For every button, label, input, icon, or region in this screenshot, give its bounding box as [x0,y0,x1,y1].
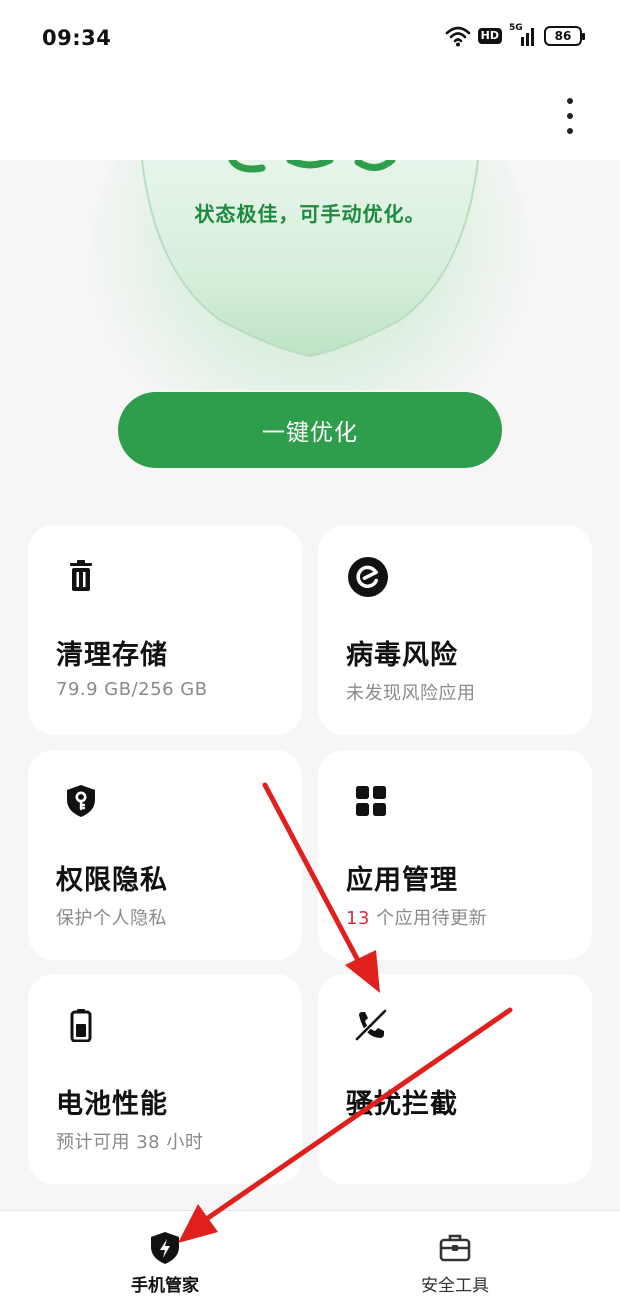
pending-update-count: 13 [346,908,370,929]
battery-indicator: 86 [544,26,585,46]
card-battery-performance[interactable]: 电池性能 预计可用 38 小时 [28,974,302,1184]
battery-icon [70,1009,92,1042]
app-bar [0,76,620,160]
more-vertical-icon[interactable] [560,98,580,134]
trash-icon [70,560,92,591]
card-subtitle: 79.9 GB/256 GB [56,679,208,700]
virus-scan-icon [348,557,388,597]
wifi-icon [445,26,470,47]
status-bar: 09:34 HD 5G 86 [0,0,620,76]
battery-level: 86 [554,29,572,43]
card-subtitle: 13 个应用待更新 [346,904,487,930]
card-subtitle: 预计可用 38 小时 [56,1132,204,1153]
shield-bolt-icon [151,1232,179,1264]
card-clean-storage[interactable]: 清理存储 79.9 GB/256 GB [28,525,302,735]
call-block-icon [354,1008,388,1042]
card-title: 应用管理 [346,865,458,896]
card-harassment-block[interactable]: 骚扰拦截 [318,974,592,1184]
toolbox-icon [439,1234,471,1262]
shield-key-icon [67,785,95,817]
hero-score-area: 状态极佳，可手动优化。 [0,160,620,390]
one-click-optimize-button[interactable]: 一键优化 [118,392,502,468]
shield-graphic [140,160,480,358]
tab-label: 手机管家 [131,1276,199,1296]
status-time: 09:34 [42,26,112,50]
signal-5g-icon: 5G [509,23,537,47]
card-virus-risk[interactable]: 病毒风险 未发现风险应用 [318,525,592,735]
card-title: 病毒风险 [346,640,458,671]
card-subtitle: 未发现风险应用 [346,683,476,704]
hd-icon: HD [477,28,502,44]
health-status-text: 状态极佳，可手动优化。 [194,202,426,226]
tab-phone-manager[interactable]: 手机管家 [10,1211,320,1302]
bottom-navigation: 手机管家 安全工具 [0,1210,620,1302]
card-permission-privacy[interactable]: 权限隐私 保护个人隐私 [28,750,302,960]
tab-security-tools[interactable]: 安全工具 [300,1211,610,1302]
card-title: 电池性能 [56,1089,168,1120]
card-subtitle: 保护个人隐私 [56,908,167,929]
card-title: 清理存储 [56,640,168,671]
card-app-management[interactable]: 应用管理 13 个应用待更新 [318,750,592,960]
card-title: 权限隐私 [56,865,168,896]
tab-label: 安全工具 [421,1276,489,1296]
card-title: 骚扰拦截 [346,1089,458,1120]
phone-screen: 09:34 HD 5G 86 状态极佳，可手动优化。 一键优化 清理存储 79.… [0,0,620,1302]
grid-icon [356,786,386,816]
pending-update-text: 个应用待更新 [369,908,488,929]
status-icons: HD 5G 86 [445,23,585,47]
